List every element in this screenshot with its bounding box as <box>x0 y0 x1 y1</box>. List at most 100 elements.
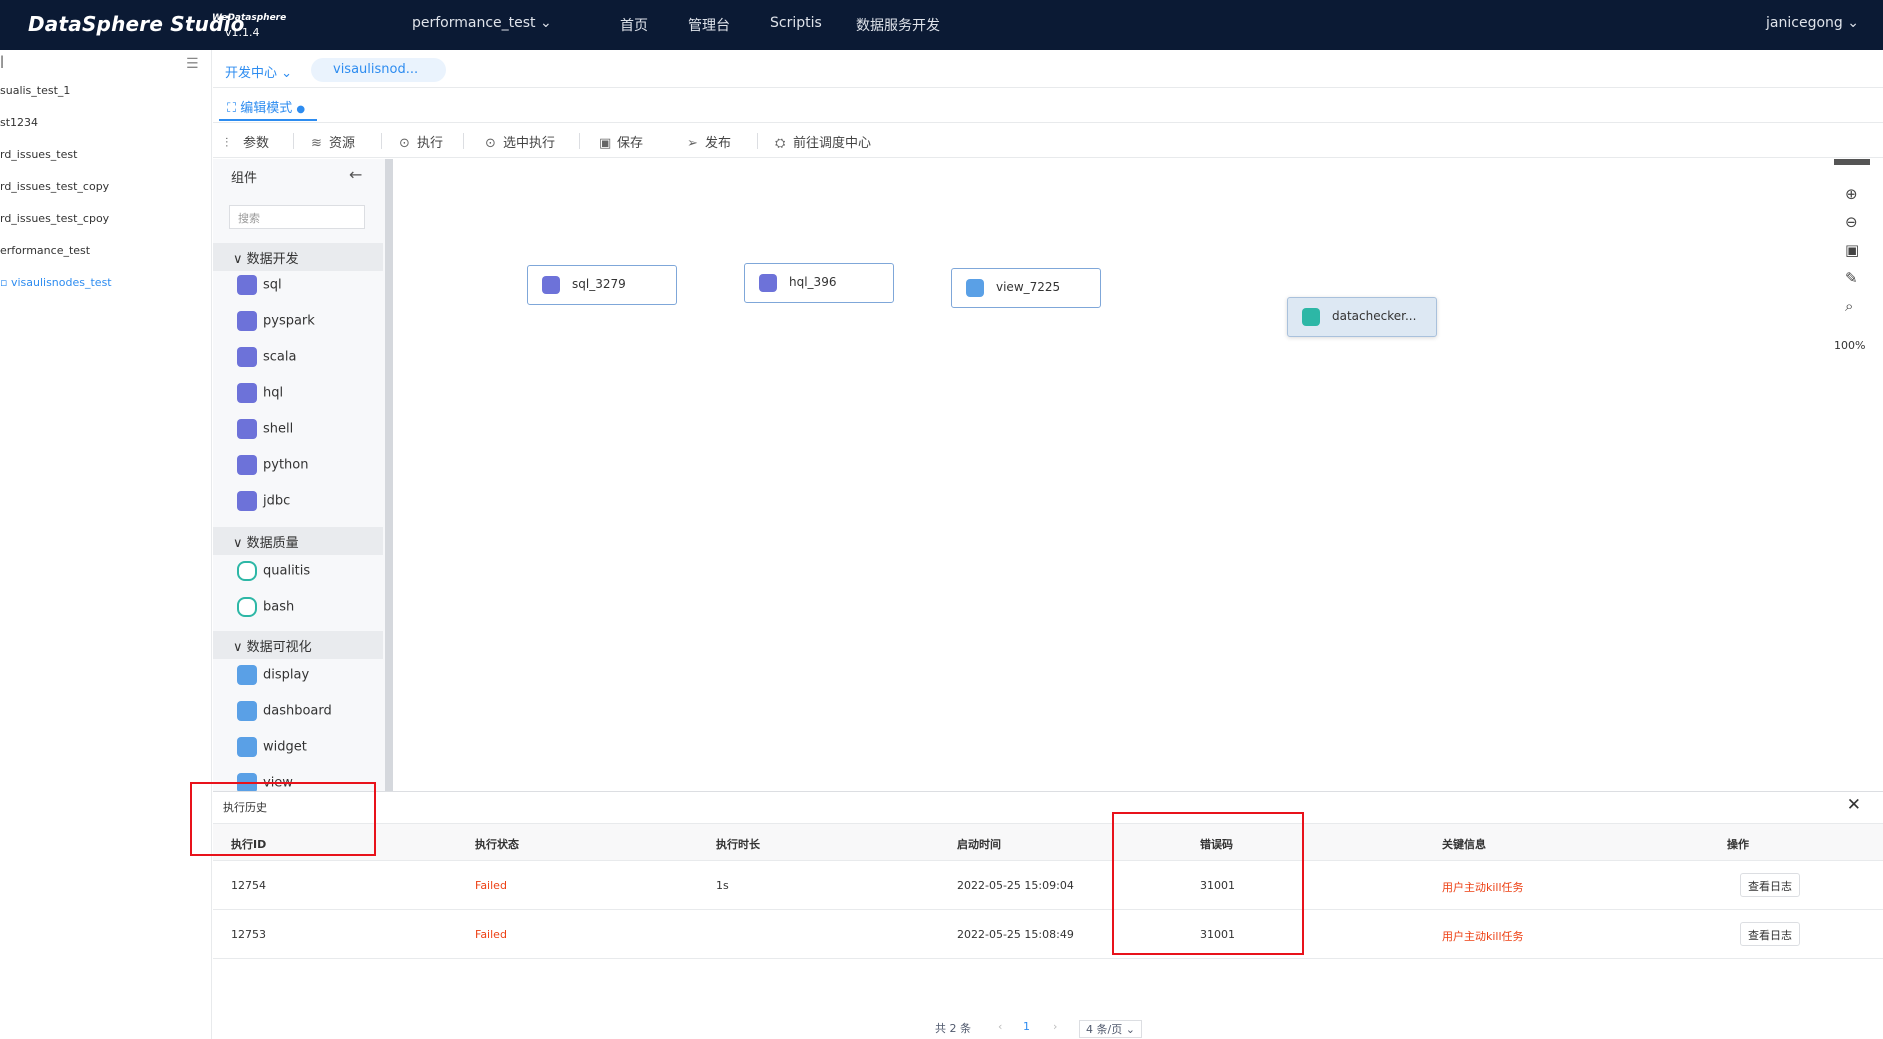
component-display[interactable]: display <box>237 665 309 685</box>
zoom-out-icon[interactable]: ⊖ <box>1845 213 1858 231</box>
workflow-item[interactable]: rd_issues_test_cpoy <box>0 212 109 225</box>
chevron-down-icon: ⌄ <box>1847 15 1859 31</box>
component-scala[interactable]: scala <box>237 347 296 367</box>
project-selector[interactable]: performance_test ⌄ <box>412 15 552 31</box>
col-start-time: 启动时间 <box>957 838 1001 851</box>
cell-start-time: 2022-05-25 15:08:49 <box>957 928 1074 941</box>
tools-handle[interactable] <box>1834 159 1870 165</box>
cell-key-info: 用户主动kill任务 <box>1442 930 1524 943</box>
nav-data-service[interactable]: 数据服务开发 <box>856 15 940 35</box>
nav-scriptis[interactable]: Scriptis <box>770 15 822 31</box>
workflow-tree-icon: ⛶ <box>227 101 237 116</box>
execution-history-panel: 执行历史 ✕ 执行ID 执行状态 执行时长 启动时间 错误码 关键信息 操作 1… <box>213 791 1883 1039</box>
palette-search-input[interactable]: 搜索 <box>229 205 365 229</box>
mode-bar: ⛶ 编辑模式 ● <box>213 89 1883 121</box>
node-hql[interactable]: hql_396 <box>744 263 894 303</box>
component-shell[interactable]: shell <box>237 419 293 439</box>
view-log-button[interactable]: 查看日志 <box>1740 873 1800 897</box>
divider <box>293 133 294 149</box>
page-number[interactable]: 1 <box>1023 1020 1030 1033</box>
tab-bar: 开发中心 ⌄ visaulisnod... <box>213 50 1883 88</box>
cell-key-info: 用户主动kill任务 <box>1442 881 1524 894</box>
dashboard-icon <box>237 701 257 721</box>
execute-button[interactable]: ⊙ 执行 <box>399 132 443 151</box>
nav-admin[interactable]: 管理台 <box>688 15 730 35</box>
cell-exec-id: 12754 <box>231 879 266 892</box>
component-pyspark[interactable]: pyspark <box>237 311 315 331</box>
search-icon[interactable]: ⌕ <box>1845 297 1853 315</box>
user-menu[interactable]: janicegong ⌄ <box>1766 15 1859 31</box>
play-circle-icon: ⊙ <box>399 136 410 151</box>
datachecker-icon <box>1302 308 1320 326</box>
chevron-down-icon: ∨ <box>233 536 247 551</box>
shield-check-icon <box>237 597 257 617</box>
group-data-quality[interactable]: ∨ 数据质量 <box>213 527 383 555</box>
hql-icon <box>759 274 777 292</box>
group-data-visualization[interactable]: ∨ 数据可视化 <box>213 631 383 659</box>
scheduler-button[interactable]: ⛭ 前往调度中心 <box>775 132 871 151</box>
execute-selected-button[interactable]: ⊙ 选中执行 <box>485 132 555 151</box>
workflow-item[interactable]: rd_issues_test_copy <box>0 180 109 193</box>
next-page-icon[interactable]: › <box>1053 1020 1057 1033</box>
component-qualitis[interactable]: qualitis <box>237 561 310 581</box>
table-row: 12754 Failed 1s 2022-05-25 15:09:04 3100… <box>213 862 1883 910</box>
node-datachecker[interactable]: datachecker... <box>1287 297 1437 337</box>
layers-icon: ≋ <box>311 136 322 151</box>
workflow-canvas[interactable]: sql_3279 hql_396 view_7225 datachecker..… <box>394 159 1834 791</box>
jdbc-icon <box>237 491 257 511</box>
component-widget[interactable]: widget <box>237 737 307 757</box>
sliders-icon: ⫶ <box>225 136 229 151</box>
dev-center-dropdown[interactable]: 开发中心 ⌄ <box>225 62 292 81</box>
menu-collapse-icon[interactable]: ☰ <box>186 56 199 72</box>
pager-total: 共 2 条 <box>935 1022 971 1035</box>
zoom-level: 100% <box>1834 339 1866 352</box>
divider <box>381 133 382 149</box>
workflow-item[interactable]: erformance_test <box>0 244 90 257</box>
table-header: 执行ID 执行状态 执行时长 启动时间 错误码 关键信息 操作 <box>213 823 1883 861</box>
arrow-left-icon[interactable]: ← <box>349 165 362 184</box>
component-bash[interactable]: bash <box>237 597 294 617</box>
component-python[interactable]: python <box>237 455 308 475</box>
component-sql[interactable]: sql <box>237 275 282 295</box>
save-button[interactable]: ▣ 保存 <box>599 132 643 151</box>
palette-scrollbar[interactable] <box>385 159 393 791</box>
toolbar: ⫶ 参数 ≋ 资源 ⊙ 执行 ⊙ 选中执行 ▣ 保存 ➢ 发布 ⛭ 前往调度中心 <box>213 122 1883 158</box>
file-tab[interactable]: visaulisnod... <box>311 58 446 82</box>
params-button[interactable]: ⫶ 参数 <box>225 132 269 151</box>
workflow-list: | ☰ sualis_test_1 st1234 rd_issues_test … <box>0 50 212 1039</box>
workflow-item[interactable]: st1234 <box>0 116 38 129</box>
workflow-item[interactable]: rd_issues_test <box>0 148 77 161</box>
col-key-info: 关键信息 <box>1442 838 1486 851</box>
cell-status: Failed <box>475 879 507 892</box>
edit-mode-tab[interactable]: ⛶ 编辑模式 ● <box>219 89 318 121</box>
shield-check-icon <box>237 561 257 581</box>
zoom-in-icon[interactable]: ⊕ <box>1845 185 1858 203</box>
chevron-down-icon: ⌄ <box>540 15 552 31</box>
fit-screen-icon[interactable]: ▣ <box>1845 241 1859 259</box>
workflow-item-active[interactable]: ▫ visaulisnodes_test <box>0 276 112 289</box>
prev-page-icon[interactable]: ‹ <box>998 1020 1002 1033</box>
chevron-down-icon: ∨ <box>233 640 247 655</box>
component-dashboard[interactable]: dashboard <box>237 701 332 721</box>
close-icon[interactable]: ✕ <box>1847 795 1861 815</box>
component-jdbc[interactable]: jdbc <box>237 491 290 511</box>
nav-home[interactable]: 首页 <box>620 15 648 35</box>
cell-exec-id: 12753 <box>231 928 266 941</box>
workflow-item[interactable]: sualis_test_1 <box>0 84 70 97</box>
publish-button[interactable]: ➢ 发布 <box>687 132 731 151</box>
col-action: 操作 <box>1727 838 1749 851</box>
resources-button[interactable]: ≋ 资源 <box>311 132 355 151</box>
component-hql[interactable]: hql <box>237 383 283 403</box>
workflow-icon: ▫ <box>0 276 11 289</box>
page-size-select[interactable]: 4 条/页 ⌄ <box>1079 1020 1142 1038</box>
highlight-box-error-code <box>1112 812 1304 955</box>
app-version: v1.1.4 <box>225 26 260 39</box>
node-sql[interactable]: sql_3279 <box>527 265 677 305</box>
view-log-button[interactable]: 查看日志 <box>1740 922 1800 946</box>
group-data-dev[interactable]: ∨ 数据开发 <box>213 243 383 271</box>
app-logo-superscript: WeDatasphere <box>212 13 287 23</box>
format-brush-icon[interactable]: ✎ <box>1845 269 1858 287</box>
cell-status: Failed <box>475 928 507 941</box>
node-view[interactable]: view_7225 <box>951 268 1101 308</box>
cell-duration: 1s <box>716 879 729 892</box>
